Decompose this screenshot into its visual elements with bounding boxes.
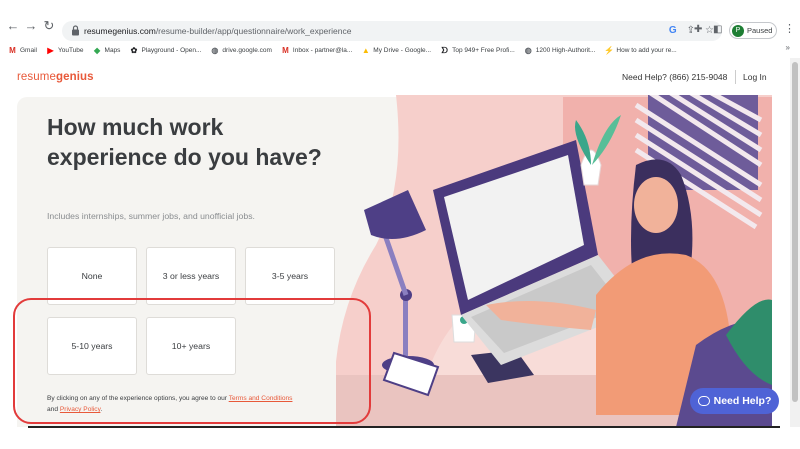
bookmark-item[interactable]: ▲ My Drive - Google... bbox=[361, 46, 431, 55]
gmail-icon: M bbox=[9, 45, 16, 55]
globe-icon: ◍ bbox=[211, 45, 219, 55]
bookmark-label: Inbox - partner@la... bbox=[292, 46, 353, 54]
bookmark-label: Playground - Open... bbox=[141, 46, 202, 54]
option-3-or-less-years[interactable]: 3 or less years bbox=[146, 247, 236, 305]
side-panel-icon[interactable]: ◧ bbox=[713, 24, 722, 36]
openai-icon: ✿ bbox=[130, 45, 138, 55]
question-subtitle: Includes internships, summer jobs, and u… bbox=[47, 211, 255, 221]
browser-toolbar: ← → ↻ resumegenius.com/resume-builder/ap… bbox=[0, 0, 800, 41]
option-3-5-years[interactable]: 3-5 years bbox=[245, 247, 335, 305]
profile-site-icon: ᗤ bbox=[441, 45, 448, 55]
need-help-chat-button[interactable]: Need Help? bbox=[690, 388, 779, 414]
browser-chrome: ← → ↻ resumegenius.com/resume-builder/ap… bbox=[0, 0, 800, 58]
drive-icon: ▲ bbox=[361, 45, 370, 55]
option-none[interactable]: None bbox=[47, 247, 137, 305]
address-bar[interactable]: resumegenius.com/resume-builder/app/ques… bbox=[62, 21, 722, 41]
header-divider bbox=[735, 70, 736, 84]
scrollbar-thumb[interactable] bbox=[792, 62, 798, 402]
chat-bubble-icon bbox=[697, 396, 710, 406]
login-link[interactable]: Log In bbox=[743, 72, 767, 82]
resumegenius-logo[interactable]: resumegenius bbox=[17, 71, 94, 83]
profile-avatar: P bbox=[732, 25, 744, 37]
bookmark-label: Maps bbox=[104, 46, 121, 54]
window-bottom bbox=[0, 427, 800, 449]
lock-icon bbox=[72, 25, 79, 36]
google-lens-icon[interactable]: G bbox=[669, 24, 677, 38]
taskbar-edge bbox=[28, 426, 780, 428]
bookmarks-overflow-icon[interactable]: » bbox=[786, 43, 790, 52]
bookmark-label: How to add your re... bbox=[616, 46, 677, 54]
bookmark-label: drive.google.com bbox=[222, 46, 272, 54]
bookmarks-bar: M Gmail ▶ YouTube ◆ Maps ✿ Playground - Open...… bbox=[0, 43, 800, 57]
maps-icon: ◆ bbox=[93, 45, 101, 55]
profile-button[interactable]: P Paused bbox=[729, 22, 777, 39]
bookmark-label: Gmail bbox=[20, 46, 37, 54]
browser-menu-icon[interactable]: ⋮ bbox=[784, 23, 795, 35]
gmail-icon: M bbox=[282, 45, 289, 55]
bookmark-label: Top 949+ Free Profi... bbox=[452, 46, 515, 54]
annotation-highlight bbox=[13, 298, 371, 424]
bookmark-item[interactable]: ✿ Playground - Open... bbox=[129, 45, 202, 55]
url-text: resumegenius.com/resume-builder/app/ques… bbox=[84, 26, 352, 36]
bookmark-item[interactable]: M Gmail bbox=[8, 46, 37, 55]
illustration-woman-laptop bbox=[336, 95, 772, 427]
forward-arrow-icon[interactable]: → bbox=[24, 19, 38, 33]
bookmark-item[interactable]: ◍ 1200 High-Authorit... bbox=[524, 46, 596, 55]
bookmark-item[interactable]: ◍ drive.google.com bbox=[210, 46, 272, 55]
bookmark-item[interactable]: M Inbox - partner@la... bbox=[281, 46, 352, 55]
bookmark-label: 1200 High-Authorit... bbox=[535, 46, 596, 54]
back-arrow-icon[interactable]: ← bbox=[6, 19, 20, 33]
bolt-icon: ⚡ bbox=[604, 45, 615, 55]
bookmark-item[interactable]: ⚡ How to add your re... bbox=[604, 46, 676, 55]
bookmark-item[interactable]: ▶ YouTube bbox=[46, 45, 84, 55]
question-title: How much work experience do you have? bbox=[47, 114, 322, 170]
bookmark-item[interactable]: ᗤ Top 949+ Free Profi... bbox=[440, 46, 515, 55]
bookmark-item[interactable]: ◆ Maps bbox=[93, 45, 121, 55]
omnibox-actions: G ⇪ ☆ bbox=[669, 24, 714, 38]
page: resumegenius Need Help? (866) 215-9048 L… bbox=[0, 58, 800, 427]
need-help-label: Need Help? bbox=[713, 395, 772, 407]
youtube-icon: ▶ bbox=[47, 45, 54, 55]
reload-icon[interactable]: ↻ bbox=[42, 19, 56, 33]
bookmark-label: My Drive - Google... bbox=[373, 46, 432, 54]
extensions-puzzle-icon[interactable]: ✚ bbox=[694, 24, 702, 36]
profile-status: Paused bbox=[747, 26, 773, 35]
bookmark-label: YouTube bbox=[57, 46, 84, 54]
globe-icon: ◍ bbox=[524, 45, 532, 55]
help-phone-link[interactable]: Need Help? (866) 215-9048 bbox=[622, 72, 727, 82]
